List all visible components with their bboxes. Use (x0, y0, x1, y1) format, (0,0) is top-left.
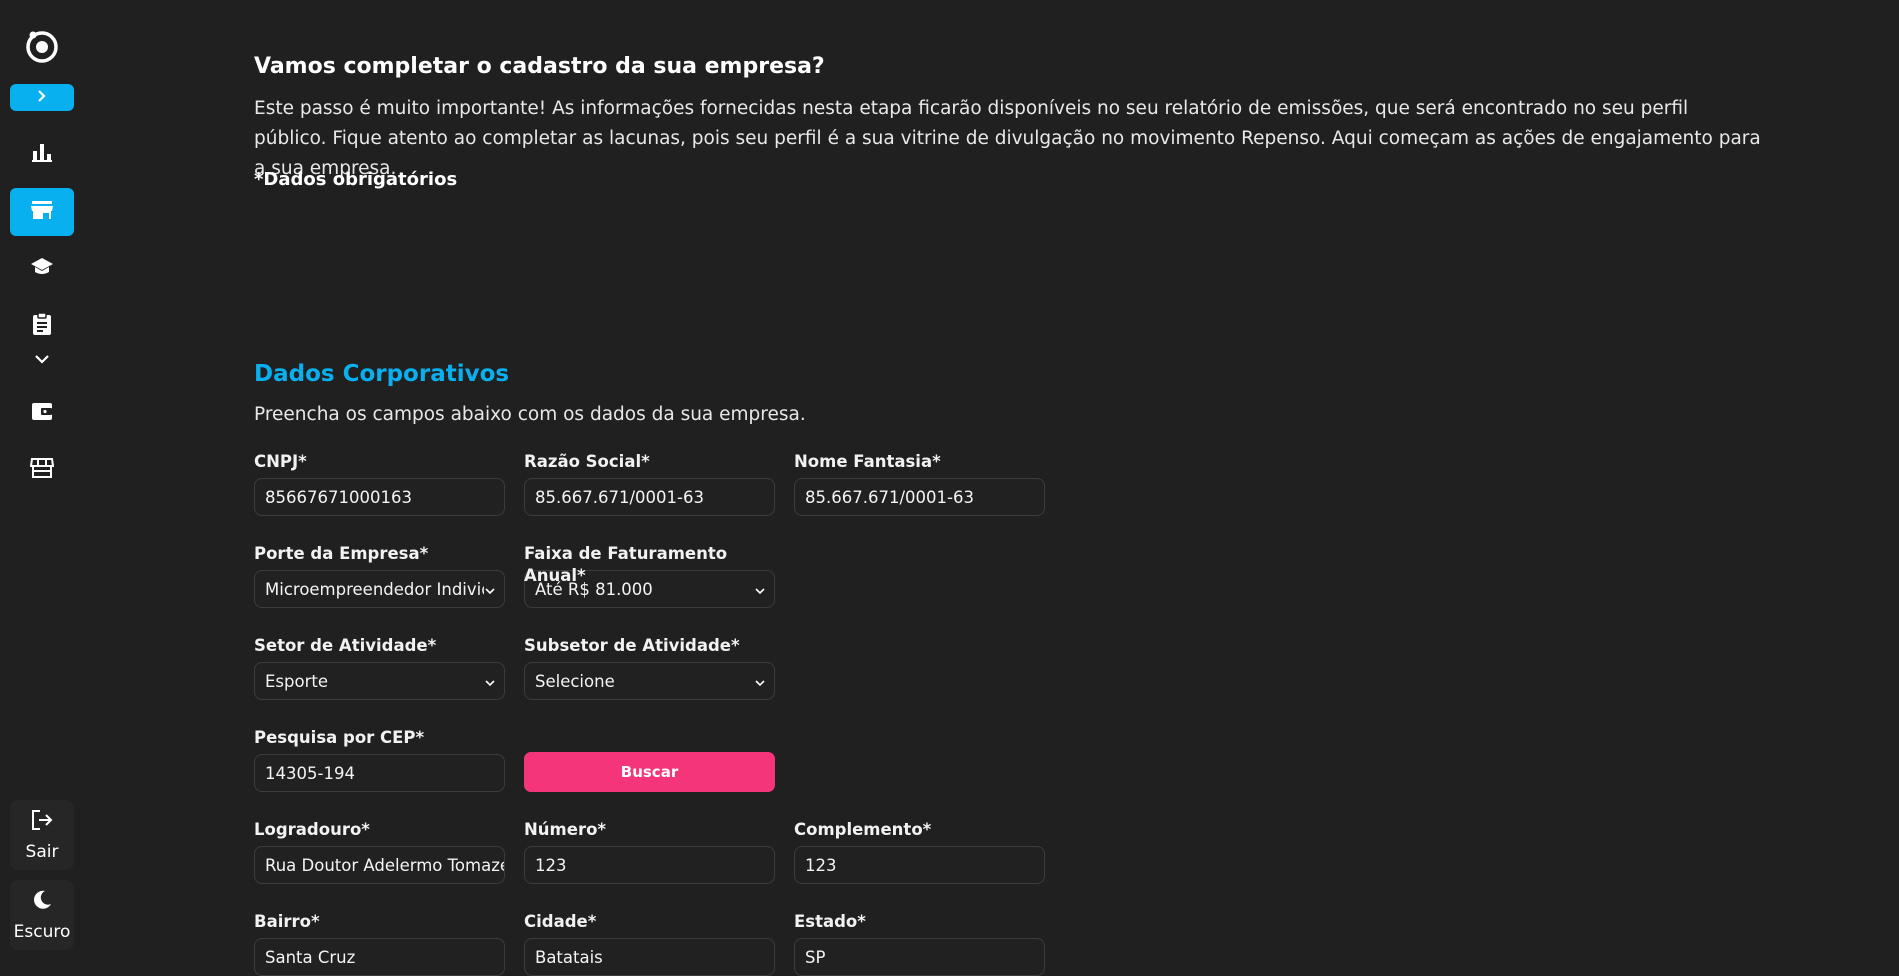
nome-fantasia-field: Nome Fantasia* 85.667.671/0001-63 (794, 451, 1045, 516)
intro-text: Este passo é muito importante! As inform… (254, 98, 1761, 179)
wallet-icon (30, 400, 54, 426)
cep-label: Pesquisa por CEP* (254, 728, 425, 747)
required-note: *Dados obrigatórios (254, 169, 458, 190)
nome-fantasia-label: Nome Fantasia* (794, 452, 941, 471)
moon-icon (31, 889, 53, 916)
complemento-field: Complemento* 123 (794, 819, 1045, 884)
faturamento-label: Faixa de Faturamento Anual* (524, 544, 728, 585)
sidebar-item-dashboard[interactable] (10, 130, 74, 178)
repenso-logo[interactable] (24, 27, 60, 63)
cnpj-field: CNPJ* 85667671000163 (254, 451, 505, 516)
subsetor-label: Subsetor de Atividade* (524, 636, 740, 655)
subsetor-select[interactable]: Selecione (524, 662, 775, 700)
cnpj-input[interactable]: 85667671000163 (254, 478, 505, 516)
logout-label: Sair (25, 841, 59, 862)
complemento-label: Complemento* (794, 820, 932, 839)
bairro-input[interactable]: Santa Cruz (254, 938, 505, 976)
section-title: Dados Corporativos (254, 361, 510, 387)
faturamento-field: Faixa de Faturamento Anual* Até R$ 81.00… (524, 543, 775, 608)
logout-icon (30, 809, 54, 836)
chevron-down-icon (754, 580, 766, 599)
cidade-input[interactable]: Batatais (524, 938, 775, 976)
section-description: Preencha os campos abaixo com os dados d… (254, 404, 806, 425)
cidade-label: Cidade* (524, 912, 597, 931)
setor-value: Esporte (265, 671, 328, 691)
porte-select[interactable]: Microempreendedor Individual (254, 570, 505, 608)
chevron-down-icon (484, 672, 496, 691)
setor-label: Setor de Atividade* (254, 636, 437, 655)
razao-social-field: Razão Social* 85.667.671/0001-63 (524, 451, 775, 516)
chevron-down-icon[interactable] (32, 350, 52, 369)
chevron-right-icon (35, 88, 49, 107)
chevron-down-icon (754, 672, 766, 691)
numero-input[interactable]: 123 (524, 846, 775, 884)
sidebar-item-relatorios[interactable] (10, 302, 74, 350)
sidebar-item-carteira[interactable] (10, 389, 74, 437)
estado-field: Estado* SP (794, 911, 1045, 976)
subsetor-value: Selecione (535, 671, 615, 691)
shop-icon (29, 457, 55, 483)
porte-label: Porte da Empresa* (254, 544, 429, 563)
sidebar: Sair Escuro (0, 0, 84, 957)
logradouro-field: Logradouro* Rua Doutor Adelermo Tomazell… (254, 819, 505, 884)
porte-value: Microempreendedor Individual (265, 579, 484, 599)
clipboard-icon (32, 312, 52, 340)
sidebar-item-loja[interactable] (10, 446, 74, 494)
page-title: Vamos completar o cadastro da sua empres… (254, 54, 825, 79)
bairro-field: Bairro* Santa Cruz (254, 911, 505, 976)
bairro-label: Bairro* (254, 912, 320, 931)
logradouro-input[interactable]: Rua Doutor Adelermo Tomazella (254, 846, 505, 884)
expand-sidebar-button[interactable] (10, 84, 74, 111)
bar-chart-icon (31, 141, 53, 167)
cnpj-label: CNPJ* (254, 452, 307, 471)
theme-toggle-button[interactable]: Escuro (10, 880, 74, 950)
cidade-field: Cidade* Batatais (524, 911, 775, 976)
estado-input[interactable]: SP (794, 938, 1045, 976)
estado-label: Estado* (794, 912, 866, 931)
logout-button[interactable]: Sair (10, 800, 74, 870)
setor-select[interactable]: Esporte (254, 662, 505, 700)
logradouro-label: Logradouro* (254, 820, 370, 839)
chevron-down-icon (484, 580, 496, 599)
numero-label: Número* (524, 820, 607, 839)
porte-field: Porte da Empresa* Microempreendedor Indi… (254, 543, 505, 608)
subsetor-field: Subsetor de Atividade* Selecione (524, 635, 775, 700)
complemento-input[interactable]: 123 (794, 846, 1045, 884)
sidebar-item-empresa[interactable] (10, 188, 74, 236)
cep-input[interactable]: 14305-194 (254, 754, 505, 792)
razao-social-input[interactable]: 85.667.671/0001-63 (524, 478, 775, 516)
razao-social-label: Razão Social* (524, 452, 650, 471)
buscar-button[interactable]: Buscar (524, 752, 775, 792)
sidebar-item-cursos[interactable] (10, 244, 74, 292)
setor-field: Setor de Atividade* Esporte (254, 635, 505, 700)
nome-fantasia-input[interactable]: 85.667.671/0001-63 (794, 478, 1045, 516)
storefront-icon (30, 199, 54, 225)
graduation-cap-icon (30, 255, 54, 281)
numero-field: Número* 123 (524, 819, 775, 884)
cep-field: Pesquisa por CEP* 14305-194 (254, 727, 505, 792)
theme-label: Escuro (13, 921, 71, 942)
faturamento-value: Até R$ 81.000 (535, 579, 653, 599)
